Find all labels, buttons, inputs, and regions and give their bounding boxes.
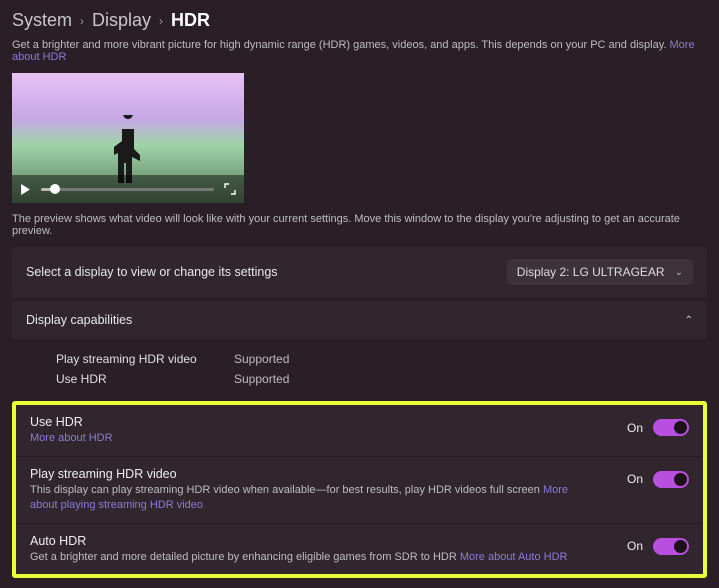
toggle-state-label: On xyxy=(627,421,643,435)
more-about-auto-hdr-link[interactable]: More about Auto HDR xyxy=(460,551,568,563)
chevron-down-icon: ⌄ xyxy=(675,267,683,278)
play-icon[interactable] xyxy=(20,184,31,195)
display-selector-dropdown[interactable]: Display 2: LG ULTRAGEAR ⌄ xyxy=(507,259,693,285)
capability-name: Play streaming HDR video xyxy=(56,352,216,366)
display-selector-row: Select a display to view or change its s… xyxy=(12,247,707,297)
more-about-hdr-link[interactable]: More about HDR xyxy=(30,432,113,444)
setting-auto-hdr: Auto HDR Get a brighter and more detaile… xyxy=(16,523,703,575)
chevron-up-icon: ⌃ xyxy=(685,315,693,326)
chevron-right-icon: › xyxy=(159,14,163,28)
display-selector-value: Display 2: LG ULTRAGEAR xyxy=(517,265,665,279)
setting-use-hdr: Use HDR More about HDR On xyxy=(16,405,703,456)
highlighted-settings-group: Use HDR More about HDR On Play streaming… xyxy=(12,401,707,578)
preview-caption: The preview shows what video will look l… xyxy=(12,213,707,237)
display-selector-label: Select a display to view or change its s… xyxy=(26,265,278,279)
capability-value: Supported xyxy=(234,352,289,366)
setting-title: Play streaming HDR video xyxy=(30,467,590,481)
capability-row: Play streaming HDR video Supported xyxy=(56,349,693,369)
setting-desc: This display can play streaming HDR vide… xyxy=(30,484,540,496)
toggle-state-label: On xyxy=(627,539,643,553)
breadcrumb: System › Display › HDR xyxy=(12,10,707,31)
subtitle-text: Get a brighter and more vibrant picture … xyxy=(12,39,666,51)
breadcrumb-display[interactable]: Display xyxy=(92,10,151,31)
play-streaming-hdr-toggle[interactable] xyxy=(653,471,689,488)
breadcrumb-system[interactable]: System xyxy=(12,10,72,31)
setting-desc: Get a brighter and more detailed picture… xyxy=(30,551,457,563)
video-scrubber[interactable] xyxy=(41,188,214,191)
chevron-right-icon: › xyxy=(80,14,84,28)
auto-hdr-toggle[interactable] xyxy=(653,538,689,555)
display-capabilities-list: Play streaming HDR video Supported Use H… xyxy=(12,343,707,399)
breadcrumb-hdr: HDR xyxy=(171,10,210,31)
video-preview[interactable] xyxy=(12,73,244,203)
use-hdr-toggle[interactable] xyxy=(653,419,689,436)
capability-row: Use HDR Supported xyxy=(56,369,693,389)
capability-value: Supported xyxy=(234,372,289,386)
capability-name: Use HDR xyxy=(56,372,216,386)
toggle-state-label: On xyxy=(627,472,643,486)
setting-title: Use HDR xyxy=(30,415,113,429)
display-capabilities-label: Display capabilities xyxy=(26,313,132,327)
setting-play-streaming-hdr: Play streaming HDR video This display ca… xyxy=(16,456,703,523)
page-subtitle: Get a brighter and more vibrant picture … xyxy=(12,39,707,63)
display-capabilities-header[interactable]: Display capabilities ⌃ xyxy=(12,301,707,339)
expand-icon[interactable] xyxy=(224,183,236,195)
